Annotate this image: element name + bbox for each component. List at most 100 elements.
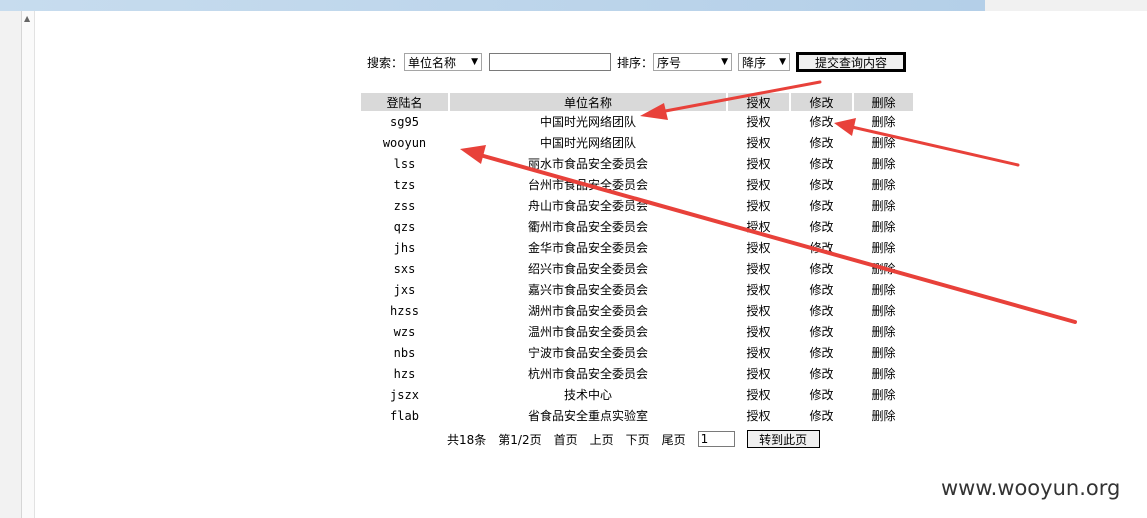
table-row: hzss 湖州市食品安全委员会 授权 修改 删除 [361, 300, 913, 321]
table-header-row: 登陆名 单位名称 授权 修改 删除 [361, 93, 913, 111]
delete-link[interactable]: 删除 [854, 132, 913, 153]
header-auth: 授权 [728, 93, 789, 111]
login-cell: zss [393, 198, 416, 213]
delete-link[interactable]: 删除 [854, 342, 913, 363]
login-cell: jhs [393, 240, 416, 255]
edit-link[interactable]: 修改 [791, 405, 852, 426]
authorize-link[interactable]: 授权 [728, 363, 789, 384]
last-page-link[interactable]: 尾页 [662, 431, 686, 448]
table-row: nbs 宁波市食品安全委员会 授权 修改 删除 [361, 342, 913, 363]
delete-link[interactable]: 删除 [854, 405, 913, 426]
left-frame [0, 11, 22, 518]
unit-name-cell: 宁波市食品安全委员会 [527, 346, 648, 360]
unit-name-cell: 省食品安全重点实验室 [527, 409, 648, 423]
login-cell: hzs [393, 366, 416, 381]
scrollbar-track[interactable] [22, 11, 35, 518]
edit-link[interactable]: 修改 [791, 342, 852, 363]
unit-name-cell: 金华市食品安全委员会 [527, 241, 648, 255]
table-row: flab 省食品安全重点实验室 授权 修改 删除 [361, 405, 913, 426]
edit-link[interactable]: 修改 [791, 111, 852, 132]
search-bar: 搜索： 单位名称 ▼ 排序： 序号 ▼ 降序 ▼ 提交查询内容 [367, 51, 907, 73]
delete-link[interactable]: 删除 [854, 279, 913, 300]
login-cell: lss [393, 156, 416, 171]
delete-link[interactable]: 删除 [854, 321, 913, 342]
chevron-down-icon: ▼ [721, 57, 729, 67]
unit-name-cell: 技术中心 [563, 388, 612, 402]
table-row: lss 丽水市食品安全委员会 授权 修改 删除 [361, 153, 913, 174]
header-unit: 单位名称 [450, 93, 726, 111]
edit-link[interactable]: 修改 [791, 174, 852, 195]
delete-link[interactable]: 删除 [854, 111, 913, 132]
table-row: jszx 技术中心 授权 修改 删除 [361, 384, 913, 405]
watermark-text: www.wooyun.org [941, 476, 1121, 500]
unit-name-cell: 嘉兴市食品安全委员会 [527, 283, 648, 297]
authorize-link[interactable]: 授权 [728, 321, 789, 342]
unit-table: 登陆名 单位名称 授权 修改 删除 sg95 中国时光网络团队 授权 修改 删除 wooy… [359, 93, 915, 426]
delete-link[interactable]: 删除 [854, 300, 913, 321]
edit-link[interactable]: 修改 [791, 237, 852, 258]
authorize-link[interactable]: 授权 [728, 174, 789, 195]
edit-link[interactable]: 修改 [791, 279, 852, 300]
authorize-link[interactable]: 授权 [728, 237, 789, 258]
authorize-link[interactable]: 授权 [728, 300, 789, 321]
scroll-up-arrow-icon[interactable]: ▲ [24, 14, 30, 23]
delete-link[interactable]: 删除 [854, 258, 913, 279]
unit-name-cell: 舟山市食品安全委员会 [527, 199, 648, 213]
authorize-link[interactable]: 授权 [728, 342, 789, 363]
authorize-link[interactable]: 授权 [728, 216, 789, 237]
go-to-page-button[interactable]: 转到此页 [746, 430, 820, 448]
search-input[interactable] [489, 53, 612, 71]
search-label: 搜索： [367, 55, 404, 70]
total-count: 共18条 [447, 432, 487, 447]
edit-link[interactable]: 修改 [791, 258, 852, 279]
edit-link[interactable]: 修改 [791, 216, 852, 237]
authorize-link[interactable]: 授权 [728, 258, 789, 279]
edit-link[interactable]: 修改 [791, 153, 852, 174]
first-page-link[interactable]: 首页 [554, 431, 578, 448]
search-field-value: 单位名称 [408, 55, 457, 70]
login-cell: jszx [390, 387, 419, 402]
search-field-select[interactable]: 单位名称 ▼ [404, 53, 483, 71]
next-page-link[interactable]: 下页 [626, 431, 650, 448]
edit-link[interactable]: 修改 [791, 195, 852, 216]
table-row: tzs 台州市食品安全委员会 授权 修改 删除 [361, 174, 913, 195]
delete-link[interactable]: 删除 [854, 195, 913, 216]
prev-page-link[interactable]: 上页 [590, 431, 614, 448]
login-cell: hzss [390, 303, 419, 318]
table-row: qzs 衢州市食品安全委员会 授权 修改 删除 [361, 216, 913, 237]
delete-link[interactable]: 删除 [854, 153, 913, 174]
unit-name-cell: 中国时光网络团队 [539, 115, 636, 129]
edit-link[interactable]: 修改 [791, 384, 852, 405]
sort-field-select[interactable]: 序号 ▼ [653, 53, 733, 71]
authorize-link[interactable]: 授权 [728, 153, 789, 174]
edit-link[interactable]: 修改 [791, 363, 852, 384]
delete-link[interactable]: 删除 [854, 363, 913, 384]
table-row: jhs 金华市食品安全委员会 授权 修改 删除 [361, 237, 913, 258]
authorize-link[interactable]: 授权 [728, 384, 789, 405]
edit-link[interactable]: 修改 [791, 132, 852, 153]
authorize-link[interactable]: 授权 [728, 111, 789, 132]
unit-name-cell: 中国时光网络团队 [539, 136, 636, 150]
authorize-link[interactable]: 授权 [728, 195, 789, 216]
authorize-link[interactable]: 授权 [728, 405, 789, 426]
delete-link[interactable]: 删除 [854, 216, 913, 237]
submit-query-button[interactable]: 提交查询内容 [796, 52, 907, 72]
authorize-link[interactable]: 授权 [728, 279, 789, 300]
login-cell: jxs [393, 282, 416, 297]
chevron-down-icon: ▼ [779, 57, 787, 67]
page-number-input[interactable] [697, 431, 735, 447]
table-row: sxs 绍兴市食品安全委员会 授权 修改 删除 [361, 258, 913, 279]
window-top-bar-right [985, 0, 1147, 11]
window-top-bar [0, 0, 985, 11]
delete-link[interactable]: 删除 [854, 174, 913, 195]
edit-link[interactable]: 修改 [791, 321, 852, 342]
table-row: hzs 杭州市食品安全委员会 授权 修改 删除 [361, 363, 913, 384]
delete-link[interactable]: 删除 [854, 237, 913, 258]
delete-link[interactable]: 删除 [854, 384, 913, 405]
authorize-link[interactable]: 授权 [728, 132, 789, 153]
unit-name-cell: 湖州市食品安全委员会 [527, 304, 648, 318]
edit-link[interactable]: 修改 [791, 300, 852, 321]
table-row: wzs 温州市食品安全委员会 授权 修改 删除 [361, 321, 913, 342]
unit-name-cell: 衢州市食品安全委员会 [527, 220, 648, 234]
sort-order-select[interactable]: 降序 ▼ [738, 53, 791, 71]
